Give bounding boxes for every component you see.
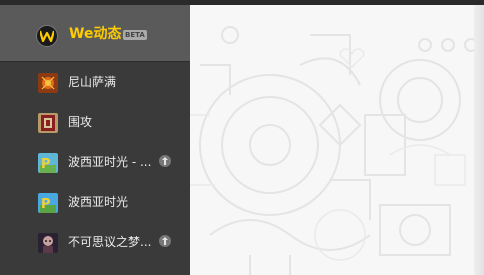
game-label: 波西亚时光 - ...	[68, 155, 152, 169]
game-item-portia-dlc[interactable]: P 波西亚时光 - ...	[0, 142, 190, 182]
game-label: 围攻	[68, 115, 93, 129]
background-illustration	[190, 26, 478, 275]
brand-header[interactable]: We动态 BETA	[0, 5, 190, 62]
w-logo-icon	[36, 25, 58, 47]
content-right-edge	[474, 5, 484, 275]
sidebar: We动态 BETA 尼山萨满 围攻 P 波西亚时光 - ... P 波西亚时光 …	[0, 5, 190, 275]
game-label: 尼山萨满	[68, 75, 117, 89]
besiege-icon	[38, 113, 58, 133]
pin-icon[interactable]	[159, 155, 171, 167]
brand-name: We动态	[69, 26, 122, 42]
dream-icon	[38, 233, 58, 253]
content-area	[190, 5, 484, 275]
game-item-besiege[interactable]: 围攻	[0, 102, 190, 142]
portia-icon: P	[38, 193, 58, 213]
pin-icon[interactable]	[159, 235, 171, 247]
game-label: 波西亚时光	[68, 195, 129, 209]
svg-text:P: P	[41, 197, 51, 212]
game-label: 不可思议之梦...	[68, 235, 152, 249]
nishan-sama-icon	[38, 73, 58, 93]
game-item-portia[interactable]: P 波西亚时光	[0, 182, 190, 222]
portia-icon: P	[38, 153, 58, 173]
game-item-nishan[interactable]: 尼山萨满	[0, 62, 190, 102]
svg-text:P: P	[41, 157, 51, 172]
game-item-dream[interactable]: 不可思议之梦...	[0, 222, 190, 262]
beta-badge: BETA	[123, 30, 147, 40]
